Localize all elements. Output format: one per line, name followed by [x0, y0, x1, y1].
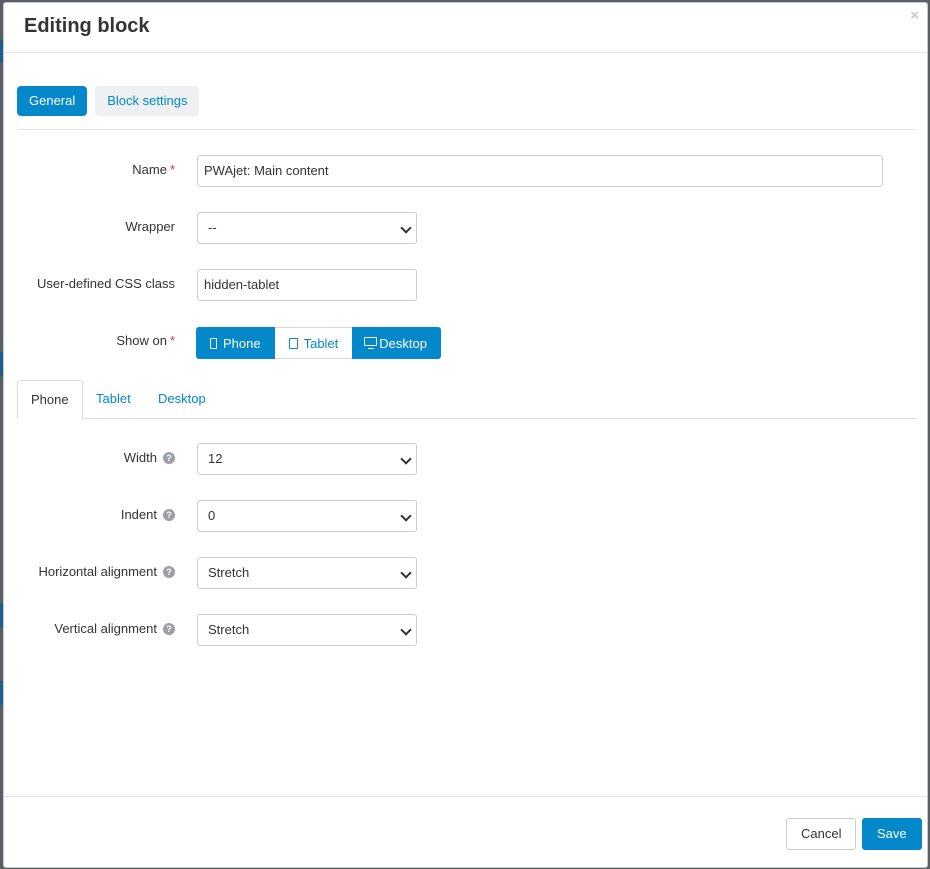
cancel-button[interactable]: Cancel: [786, 818, 857, 850]
width-select[interactable]: 12: [197, 443, 417, 475]
name-label: Name *: [132, 162, 175, 177]
width-label-text: Width: [123, 450, 157, 465]
vertical-alignment-select[interactable]: Stretch: [197, 614, 417, 646]
horizontal-alignment-value: Stretch: [208, 565, 250, 580]
show-on-phone-button[interactable]: Phone: [196, 327, 275, 359]
help-icon[interactable]: ?: [163, 509, 175, 521]
vertical-alignment-label: Vertical alignment?: [54, 621, 175, 636]
name-input[interactable]: PWAjet: Main content: [197, 155, 883, 187]
css-class-input[interactable]: hidden-tablet: [197, 269, 417, 301]
help-icon[interactable]: ?: [163, 623, 175, 635]
horizontal-alignment-label: Horizontal alignment?: [38, 564, 175, 579]
vertical-alignment-value: Stretch: [208, 622, 250, 637]
show-on-label-text: Show on: [116, 333, 167, 348]
tab-tablet[interactable]: Tablet: [83, 380, 144, 418]
show-on-desktop-label: Desktop: [379, 335, 427, 351]
help-icon[interactable]: ?: [163, 452, 175, 464]
indent-select[interactable]: 0: [197, 500, 417, 532]
show-on-phone-label: Phone: [223, 335, 261, 351]
required-mark: *: [169, 333, 175, 348]
close-icon[interactable]: ×: [910, 8, 919, 23]
top-tabs: General Block settings: [17, 86, 200, 116]
show-on-label: Show on *: [116, 333, 175, 348]
wrapper-select[interactable]: --: [197, 212, 417, 244]
phone-icon: [210, 337, 217, 349]
divider: [17, 129, 917, 130]
horizontal-alignment-select[interactable]: Stretch: [197, 557, 417, 589]
modal-title: Editing block: [24, 15, 150, 37]
desktop-icon: [364, 336, 378, 350]
chevron-down-icon: [400, 510, 412, 522]
editing-block-modal: Editing block × General Block settings N…: [3, 2, 928, 868]
tab-desktop[interactable]: Desktop: [145, 380, 219, 418]
name-label-text: Name: [132, 162, 167, 177]
show-on-tablet-button[interactable]: Tablet: [274, 327, 353, 359]
vertical-alignment-label-text: Vertical alignment: [54, 621, 157, 636]
tab-general[interactable]: General: [17, 86, 88, 116]
chevron-down-icon: [400, 567, 412, 579]
css-class-label: User-defined CSS class: [37, 276, 175, 291]
indent-label-text: Indent: [120, 507, 157, 522]
indent-select-value: 0: [208, 508, 216, 523]
show-on-toggle-group: Phone Tablet Desktop: [196, 327, 441, 359]
device-tabs: Phone Tablet Desktop: [17, 380, 917, 419]
tab-phone[interactable]: Phone: [17, 380, 83, 419]
width-label: Width?: [124, 450, 175, 465]
modal-header: Editing block ×: [4, 3, 927, 53]
chevron-down-icon: [400, 624, 412, 636]
footer-divider: [4, 796, 927, 797]
show-on-desktop-button[interactable]: Desktop: [352, 327, 441, 359]
help-icon[interactable]: ?: [163, 566, 175, 578]
wrapper-label: Wrapper: [125, 219, 175, 234]
save-button[interactable]: Save: [862, 818, 922, 850]
tab-block-settings[interactable]: Block settings: [95, 86, 200, 116]
required-mark: *: [169, 162, 175, 177]
horizontal-alignment-label-text: Horizontal alignment: [38, 564, 157, 579]
show-on-tablet-label: Tablet: [303, 335, 339, 351]
chevron-down-icon: [400, 222, 412, 234]
width-select-value: 12: [208, 451, 223, 466]
tablet-icon: [288, 337, 298, 349]
wrapper-select-value: --: [208, 220, 217, 235]
chevron-down-icon: [400, 453, 412, 465]
indent-label: Indent?: [121, 507, 175, 522]
